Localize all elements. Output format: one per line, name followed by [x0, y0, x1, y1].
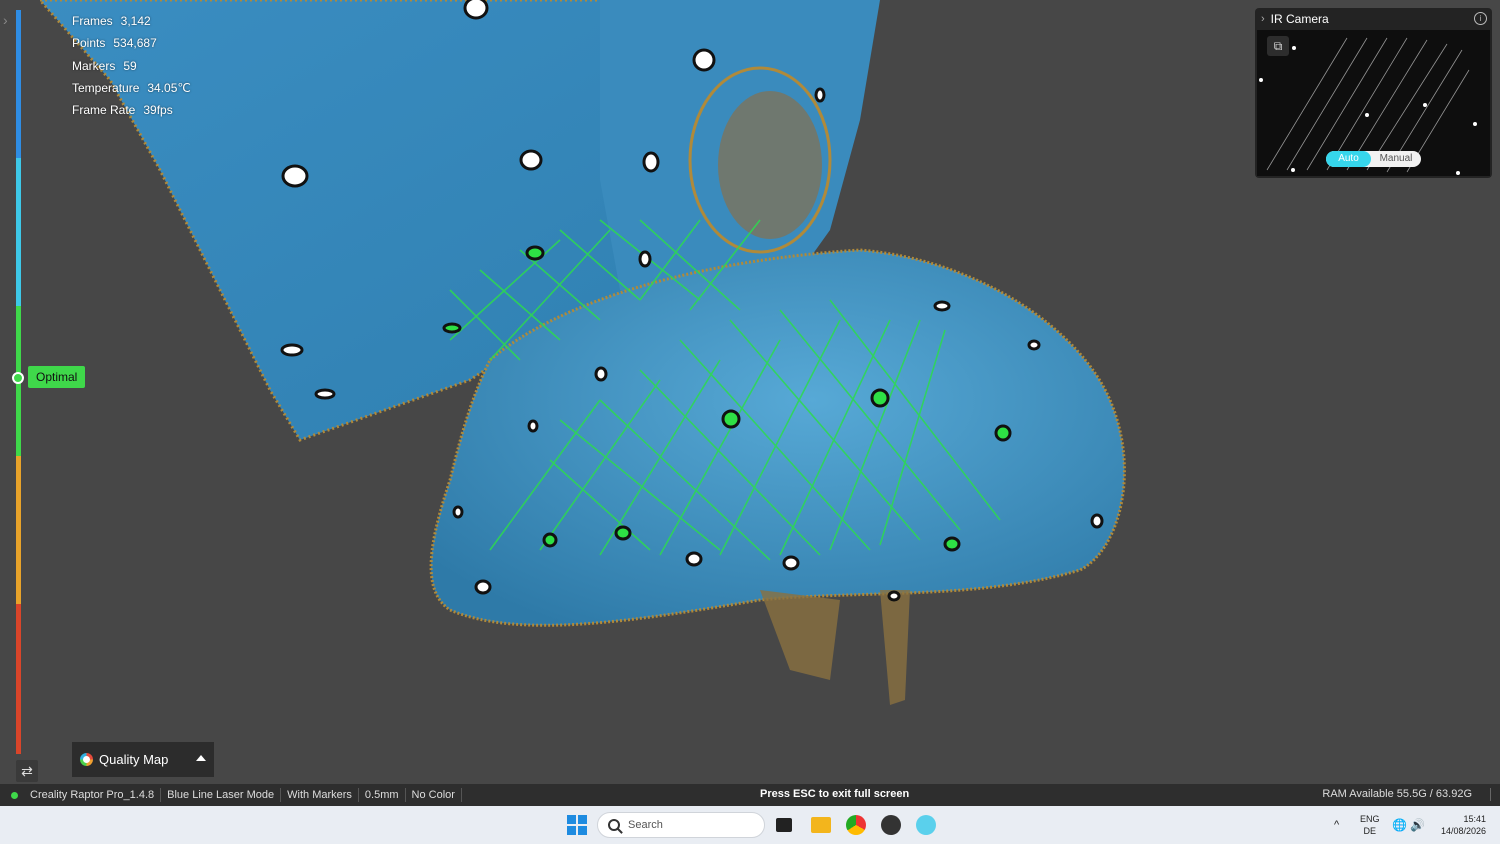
ir-camera-title: IR Camera	[1270, 12, 1329, 26]
camera-tool-icon[interactable]: ⧉	[1267, 36, 1289, 56]
connection-status-dot	[11, 791, 18, 799]
search-placeholder: Search	[628, 819, 663, 831]
ram-available: RAM Available 55.5G / 63.92G	[1322, 788, 1472, 800]
swap-icon[interactable]: ⇄	[16, 760, 38, 782]
lang-top: ENG	[1360, 814, 1380, 824]
statusbar-divider	[1490, 788, 1491, 801]
fullscreen-hint: Press ESC to exit full screen	[760, 788, 910, 800]
tray-chevron-up-icon[interactable]: ^	[1334, 806, 1339, 844]
search-icon	[608, 819, 620, 831]
task-view-icon[interactable]	[776, 818, 792, 832]
language-indicator[interactable]: ENG DE	[1360, 813, 1380, 837]
stat-markers: Markers 59	[72, 58, 137, 73]
clock-time: 15:41	[1463, 814, 1486, 824]
color-mode: No Color	[406, 788, 462, 802]
windows-start-icon[interactable]	[567, 815, 587, 835]
quality-band-cyan	[16, 158, 21, 306]
toggle-auto[interactable]: Auto	[1326, 151, 1371, 167]
stat-points: Points 534,687	[72, 36, 157, 51]
stat-frame-rate: Frame Rate 39fps	[72, 103, 173, 118]
quality-map-label: Quality Map	[99, 752, 169, 767]
network-icon[interactable]: 🌐	[1392, 806, 1407, 844]
lang-bottom: DE	[1363, 826, 1377, 836]
stat-temperature: Temperature 34.05℃	[72, 80, 191, 95]
stat-frames: Frames 3,142	[72, 14, 151, 28]
info-icon[interactable]: i	[1474, 12, 1487, 25]
scan-stats: Frames 3,142 Points 534,687 Markers 59 Temp…	[72, 10, 191, 121]
quality-band-blue	[16, 10, 21, 158]
ir-camera-panel: › IR Camera i ⧉ Auto Manual	[1255, 8, 1492, 178]
exposure-toggle[interactable]: Auto Manual	[1326, 151, 1421, 167]
3d-viewport[interactable]: › Frames 3,142 Points 534,687 Markers 59 Te…	[0, 0, 1500, 784]
ir-camera-header[interactable]: › IR Camera	[1255, 8, 1492, 30]
optimal-badge: Optimal	[28, 366, 86, 388]
taskbar-search[interactable]: Search	[597, 812, 765, 838]
taskbar: Search ^ ENG DE 🌐 🔊 15:41 14/08/2026	[0, 806, 1500, 844]
status-bar: Creality Raptor Pro_1.4.8 Blue Line Lase…	[0, 784, 1500, 806]
quality-band-orange	[16, 456, 21, 604]
chrome-icon[interactable]	[846, 815, 866, 835]
quality-map-button[interactable]: Quality Map	[72, 742, 214, 777]
clock-date: 14/08/2026	[1440, 826, 1486, 836]
clock[interactable]: 15:41 14/08/2026	[1434, 813, 1486, 837]
quality-map-icon	[80, 753, 93, 766]
quality-band-red	[16, 604, 21, 754]
caret-up-icon[interactable]	[196, 755, 206, 761]
creality-scan-icon[interactable]	[916, 815, 936, 835]
volume-icon[interactable]: 🔊	[1410, 806, 1425, 844]
resolution: 0.5mm	[359, 788, 406, 802]
expand-panel-icon[interactable]: ›	[3, 12, 8, 28]
app-version: Creality Raptor Pro_1.4.8	[24, 788, 162, 802]
chevron-right-icon[interactable]: ›	[1261, 13, 1265, 25]
toggle-manual[interactable]: Manual	[1371, 151, 1421, 167]
scan-mode: Blue Line Laser Mode	[161, 788, 282, 802]
app-icon[interactable]	[881, 815, 901, 835]
marker-mode: With Markers	[281, 788, 359, 802]
file-explorer-icon[interactable]	[811, 817, 831, 833]
quality-indicator-dot	[12, 372, 24, 384]
